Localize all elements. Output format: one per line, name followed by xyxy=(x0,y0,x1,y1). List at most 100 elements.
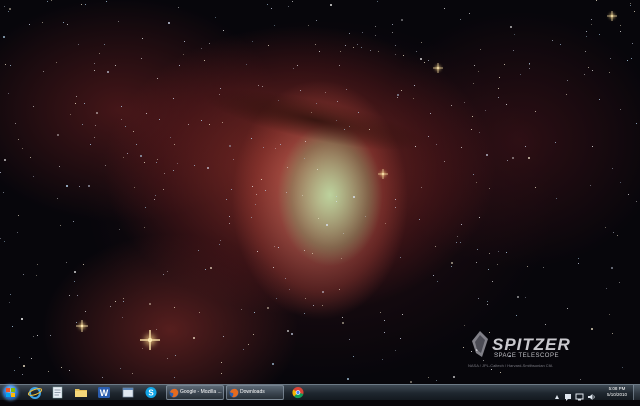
star xyxy=(627,60,628,61)
star xyxy=(177,163,178,164)
star xyxy=(174,144,175,145)
star xyxy=(414,85,415,86)
star xyxy=(592,70,593,71)
spitzer-logo-name: SPITZER xyxy=(492,335,571,354)
star xyxy=(291,333,293,335)
star xyxy=(353,47,354,48)
star xyxy=(274,246,275,247)
star xyxy=(428,377,429,378)
star xyxy=(305,298,306,299)
star xyxy=(267,307,269,309)
star xyxy=(599,99,600,100)
star xyxy=(479,132,480,133)
star xyxy=(274,25,275,26)
star xyxy=(506,104,507,105)
volume-icon[interactable] xyxy=(587,388,596,406)
task-label: Downloads xyxy=(240,389,265,395)
notepad-icon[interactable] xyxy=(51,386,65,399)
chrome-icon[interactable] xyxy=(291,386,305,399)
star xyxy=(219,94,220,95)
star xyxy=(94,63,95,64)
star xyxy=(174,377,175,378)
star xyxy=(497,264,498,265)
star xyxy=(630,3,631,4)
star xyxy=(141,58,142,59)
expand-tray-icon[interactable] xyxy=(554,388,560,406)
star xyxy=(636,123,637,124)
star xyxy=(620,25,621,26)
action-center-icon[interactable] xyxy=(564,388,572,406)
star xyxy=(552,40,553,41)
star xyxy=(61,367,62,368)
star xyxy=(81,4,82,5)
word-icon[interactable]: W xyxy=(97,386,111,399)
star xyxy=(357,44,358,45)
star xyxy=(520,74,521,75)
star xyxy=(336,196,337,197)
star xyxy=(510,26,512,28)
star xyxy=(517,296,519,298)
star xyxy=(318,218,319,219)
network-icon[interactable] xyxy=(575,388,584,406)
window-icon[interactable] xyxy=(121,386,135,399)
star xyxy=(478,298,479,299)
star xyxy=(305,141,306,142)
star xyxy=(612,333,613,334)
star xyxy=(606,288,607,289)
star xyxy=(10,65,11,66)
star xyxy=(57,198,58,199)
star xyxy=(66,185,68,187)
star xyxy=(4,6,5,7)
star xyxy=(252,186,253,187)
star xyxy=(451,266,452,267)
star xyxy=(79,186,80,187)
star xyxy=(380,312,381,313)
star xyxy=(70,114,71,115)
star xyxy=(622,367,623,368)
star xyxy=(9,8,11,10)
star xyxy=(278,247,279,248)
star xyxy=(142,38,143,39)
star xyxy=(123,301,124,302)
star xyxy=(403,55,404,56)
taskbar-task-firefox-google[interactable]: Google - Mozilla ... xyxy=(166,385,224,400)
star xyxy=(395,45,396,46)
star xyxy=(50,335,51,336)
skype-icon[interactable]: S xyxy=(144,386,158,399)
windows-explorer-icon[interactable] xyxy=(74,386,88,399)
star xyxy=(22,374,23,375)
star xyxy=(120,368,121,369)
star xyxy=(343,233,344,234)
star xyxy=(304,313,305,314)
internet-explorer-icon[interactable] xyxy=(28,386,42,399)
star xyxy=(119,229,120,230)
star xyxy=(473,83,474,84)
star xyxy=(78,44,79,45)
show-desktop-button[interactable] xyxy=(633,385,640,400)
star xyxy=(42,22,43,23)
star xyxy=(142,348,143,349)
star xyxy=(0,238,1,239)
star xyxy=(529,68,530,69)
star xyxy=(82,124,83,125)
star xyxy=(413,98,414,99)
star xyxy=(248,344,249,345)
star xyxy=(326,224,328,226)
star xyxy=(29,24,30,25)
star xyxy=(96,112,98,114)
star xyxy=(456,242,457,243)
star xyxy=(461,147,462,148)
star xyxy=(591,328,593,330)
star xyxy=(342,317,343,318)
star xyxy=(535,187,536,188)
star xyxy=(430,113,431,114)
star xyxy=(14,370,15,371)
start-button[interactable] xyxy=(3,385,18,400)
star xyxy=(105,165,106,166)
taskbar-task-firefox-downloads[interactable]: Downloads xyxy=(226,385,284,400)
taskbar-clock[interactable]: 5:08 PM 5/10/2010 xyxy=(602,386,632,398)
star xyxy=(33,106,34,107)
star xyxy=(345,45,346,46)
star xyxy=(353,356,354,357)
star xyxy=(76,322,77,323)
